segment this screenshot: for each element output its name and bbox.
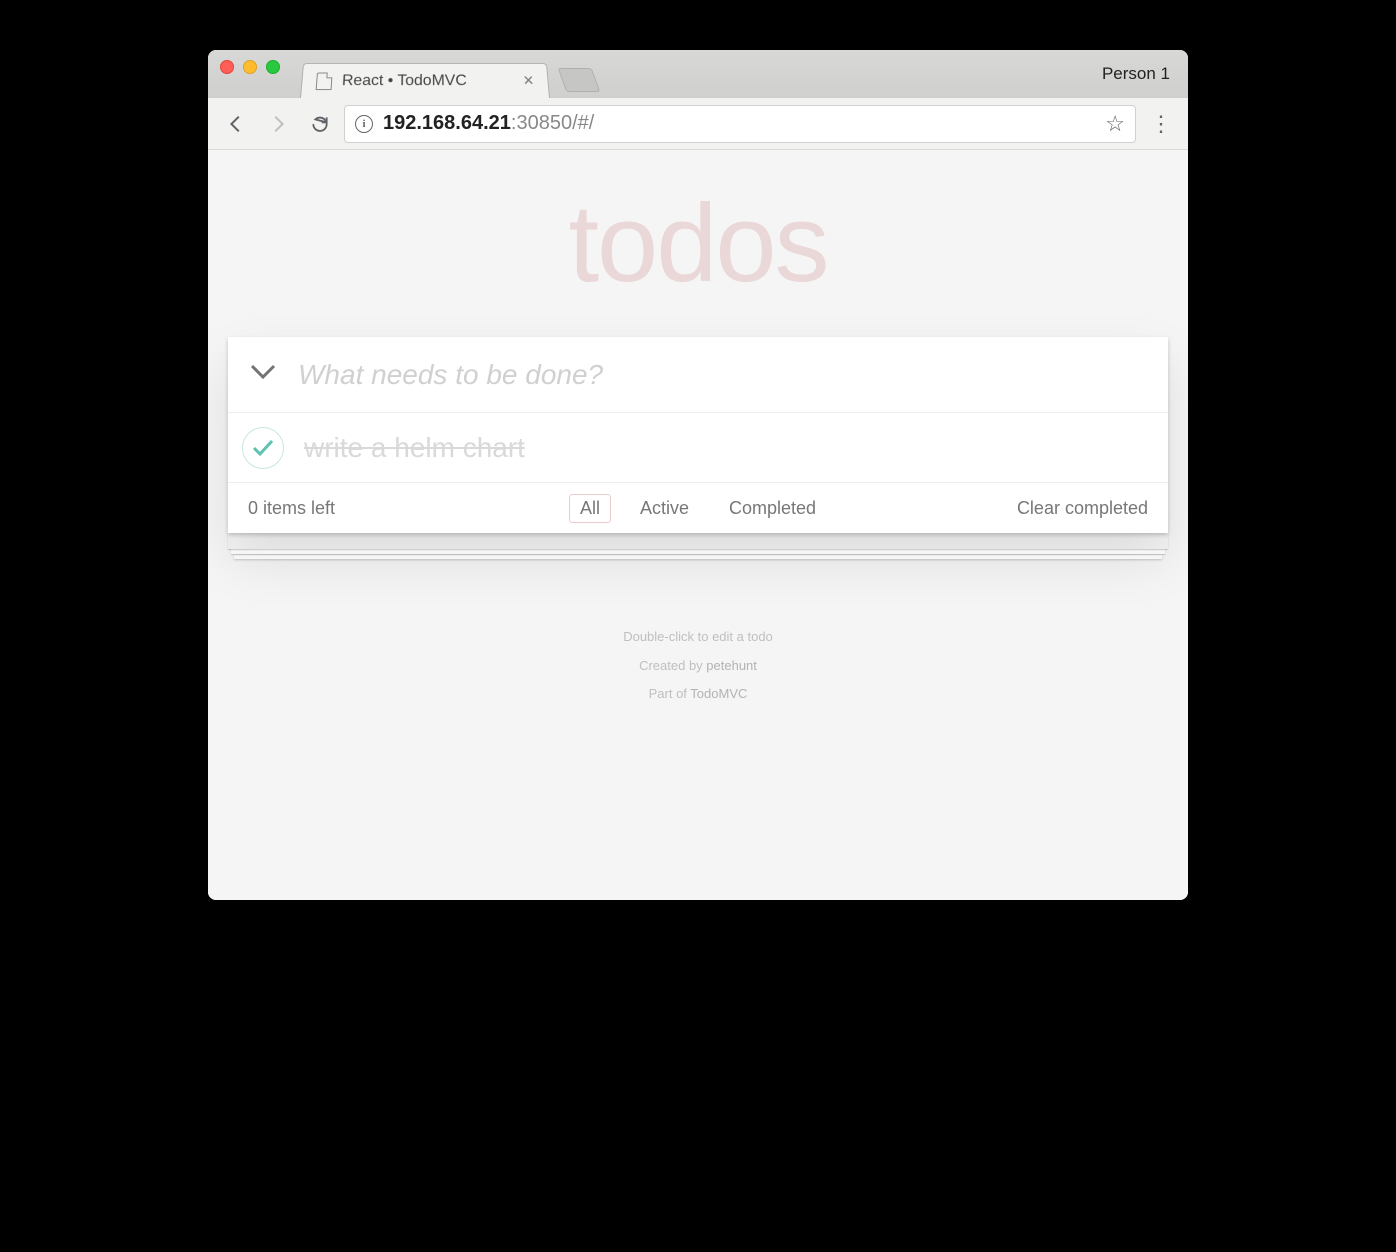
- info-partof-prefix: Part of: [649, 686, 691, 701]
- new-todo-input[interactable]: [298, 359, 1168, 391]
- app-title: todos: [208, 150, 1188, 307]
- url-path: :30850/#/: [511, 112, 594, 134]
- bookmark-star-icon[interactable]: ☆: [1105, 111, 1125, 137]
- browser-window: React • TodoMVC × Person 1 i 192.168.64.…: [208, 50, 1188, 900]
- site-info-icon[interactable]: i: [355, 115, 373, 133]
- todo-label[interactable]: write a helm chart: [304, 432, 525, 464]
- address-bar[interactable]: i 192.168.64.21:30850/#/ ☆: [344, 105, 1136, 143]
- todo-app: write a helm chart 0 items left All Acti…: [228, 337, 1168, 533]
- todo-footer: 0 items left All Active Completed Clear …: [228, 483, 1168, 533]
- url-text: 192.168.64.21:30850/#/: [383, 112, 594, 135]
- reload-button[interactable]: [302, 106, 338, 142]
- info-edit-hint: Double-click to edit a todo: [208, 623, 1188, 652]
- info-created-prefix: Created by: [639, 658, 706, 673]
- info-part-of: Part of TodoMVC: [208, 680, 1188, 709]
- back-button[interactable]: [218, 106, 254, 142]
- window-controls: [220, 50, 300, 98]
- filter-active[interactable]: Active: [629, 494, 700, 523]
- close-tab-button[interactable]: ×: [523, 71, 535, 91]
- new-todo-row: [228, 337, 1168, 413]
- close-window-button[interactable]: [220, 60, 234, 74]
- maximize-window-button[interactable]: [266, 60, 280, 74]
- todo-item: write a helm chart: [228, 413, 1168, 483]
- url-host: 192.168.64.21: [383, 112, 511, 134]
- profile-label[interactable]: Person 1: [1102, 64, 1170, 84]
- forward-button[interactable]: [260, 106, 296, 142]
- minimize-window-button[interactable]: [243, 60, 257, 74]
- tab-title: React • TodoMVC: [341, 72, 467, 90]
- chevron-down-icon: [250, 364, 276, 380]
- browser-menu-button[interactable]: ⋮: [1142, 111, 1178, 137]
- browser-tab[interactable]: React • TodoMVC ×: [300, 63, 550, 98]
- browser-toolbar: i 192.168.64.21:30850/#/ ☆ ⋮: [208, 98, 1188, 150]
- app-info: Double-click to edit a todo Created by p…: [208, 623, 1188, 709]
- filter-all[interactable]: All: [569, 494, 611, 523]
- checkmark-icon: [252, 439, 274, 457]
- filter-completed[interactable]: Completed: [718, 494, 827, 523]
- toggle-complete-checkbox[interactable]: [242, 427, 284, 469]
- author-link[interactable]: petehunt: [706, 658, 757, 673]
- info-created-by: Created by petehunt: [208, 652, 1188, 681]
- page-content: todos write a helm chart 0 items left Al…: [208, 150, 1188, 900]
- file-icon: [316, 72, 333, 90]
- new-tab-button[interactable]: [558, 68, 601, 92]
- filter-list: All Active Completed: [228, 494, 1168, 523]
- todomvc-link[interactable]: TodoMVC: [690, 686, 747, 701]
- toggle-all-button[interactable]: [228, 364, 298, 385]
- tab-bar: React • TodoMVC × Person 1: [208, 50, 1188, 98]
